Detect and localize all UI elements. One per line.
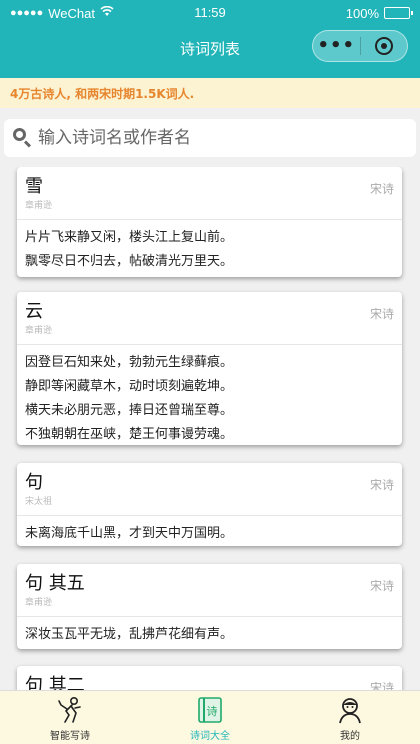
- poem-title: 句 其二: [25, 675, 85, 690]
- notice-banner: 4万古诗人, 和两宋时期1.5K词人.: [0, 78, 420, 108]
- svg-text:诗: 诗: [207, 704, 218, 718]
- tab-bar: 智能写诗 诗 诗词大全 我的: [0, 690, 420, 744]
- poem-author: 章甫逊: [25, 598, 53, 608]
- mini-program-capsule: •••: [312, 30, 408, 62]
- card-divider: [17, 616, 402, 617]
- poem-card[interactable]: 句 其五 宋诗 章甫逊 深妆玉瓦平无垅，乱拂芦花细有声。: [17, 564, 402, 649]
- poem-author: 章甫逊: [25, 201, 53, 211]
- poem-line: 静即等闲藏草木，动时顷刻遍乾坤。: [25, 379, 234, 394]
- search-bar[interactable]: [4, 119, 416, 157]
- poem-title: 雪: [25, 176, 43, 197]
- poem-card[interactable]: 雪 宋诗 章甫逊 片片飞来静又闲，楼头江上复山前。 飘零尽日不归去，帖破清光万里…: [17, 167, 402, 277]
- poem-dynasty: 宋诗: [369, 681, 394, 690]
- poem-dynasty: 宋诗: [369, 307, 394, 321]
- poem-author: 章甫逊: [25, 326, 53, 336]
- wifi-icon: [100, 5, 114, 20]
- tab-write-poem[interactable]: 智能写诗: [0, 691, 140, 744]
- search-input[interactable]: [38, 128, 398, 148]
- tab-label: 智能写诗: [50, 731, 90, 742]
- poem-line: 不独朝朝在巫峡，楚王何事谩劳魂。: [25, 427, 234, 442]
- poem-card[interactable]: 句 其二 宋诗: [17, 666, 402, 690]
- search-icon: [12, 127, 34, 149]
- poem-book-icon: 诗: [198, 697, 222, 723]
- card-divider: [17, 344, 402, 345]
- poem-card[interactable]: 句 宋诗 宋太祖 未离海底千山黑，才到天中万国明。: [17, 463, 402, 546]
- tab-poem-collection[interactable]: 诗 诗词大全: [140, 691, 280, 744]
- poem-line: 飘零尽日不归去，帖破清光万里天。: [25, 254, 234, 269]
- poem-line: 横天未必朋元恶，捧日还曾瑞至尊。: [25, 403, 234, 418]
- poem-list[interactable]: 雪 宋诗 章甫逊 片片飞来静又闲，楼头江上复山前。 飘零尽日不归去，帖破清光万里…: [0, 167, 420, 690]
- poem-line: 片片飞来静又闲，楼头江上复山前。: [25, 230, 234, 245]
- user-avatar-icon: [339, 698, 361, 724]
- card-divider: [17, 219, 402, 220]
- poem-dynasty: 宋诗: [369, 182, 394, 196]
- poem-dynasty: 宋诗: [369, 579, 394, 593]
- poem-title: 句: [25, 472, 43, 493]
- poem-line: 因登巨石知来处，勃勃元生绿藓痕。: [25, 355, 234, 370]
- more-dots-icon[interactable]: •••: [313, 30, 360, 62]
- poem-card[interactable]: 云 宋诗 章甫逊 因登巨石知来处，勃勃元生绿藓痕。 静即等闲藏草木，动时顷刻遍乾…: [17, 292, 402, 445]
- poem-author: 宋太祖: [25, 497, 53, 507]
- battery-icon: [384, 7, 413, 19]
- poem-dynasty: 宋诗: [369, 478, 394, 492]
- signal-icon: ●●●●●: [10, 7, 44, 19]
- poem-title: 句 其五: [25, 573, 85, 594]
- status-bar: ●●●●● WeChat 11:59 100%: [0, 0, 420, 26]
- tab-my[interactable]: 我的: [280, 691, 420, 744]
- writing-person-icon: [58, 696, 81, 723]
- capsule-close-icon: [374, 37, 393, 55]
- card-divider: [17, 515, 402, 516]
- poem-line: 深妆玉瓦平无垅，乱拂芦花细有声。: [25, 627, 234, 642]
- tab-label: 我的: [340, 731, 360, 742]
- capsule-close-button[interactable]: [361, 37, 408, 55]
- nav-bar: 诗词列表 •••: [0, 26, 420, 78]
- poem-title: 云: [25, 301, 43, 322]
- poem-line: 未离海底千山黑，才到天中万国明。: [25, 526, 234, 541]
- carrier-label: WeChat: [48, 5, 95, 21]
- top-bar: ●●●●● WeChat 11:59 100% 诗词列表 •••: [0, 0, 420, 78]
- battery-label: 100%: [345, 5, 379, 21]
- tab-label: 诗词大全: [190, 731, 230, 742]
